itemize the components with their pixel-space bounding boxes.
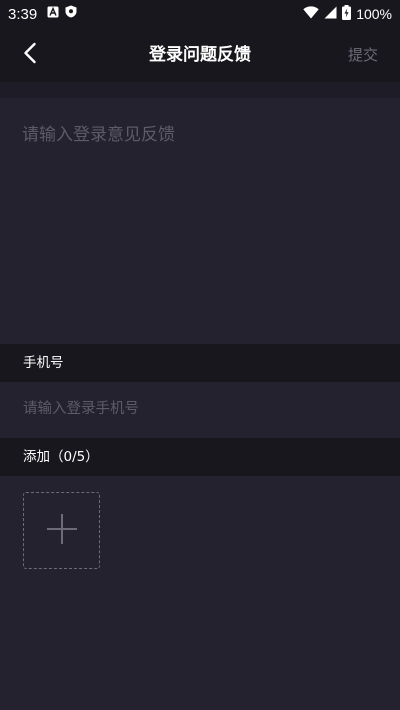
attachments-section-header: 添加（0/5） — [0, 438, 400, 476]
nav-divider — [0, 82, 400, 98]
status-left-icons — [47, 5, 77, 23]
phone-section-header: 手机号 — [0, 344, 400, 382]
add-image-button[interactable] — [23, 492, 100, 569]
back-button[interactable] — [14, 39, 46, 71]
phone-input[interactable] — [0, 382, 400, 436]
battery-charging-icon — [342, 5, 352, 23]
shield-icon — [65, 5, 77, 23]
app-a-icon — [47, 5, 59, 23]
plus-icon — [46, 513, 78, 549]
status-bar: 3:39 100% — [0, 0, 400, 28]
status-time: 3:39 — [8, 5, 38, 23]
submit-button[interactable]: 提交 — [348, 28, 378, 82]
battery-percent: 100% — [356, 6, 392, 22]
status-right: 100% — [303, 5, 392, 23]
signal-icon — [324, 6, 337, 22]
feedback-textarea[interactable] — [0, 98, 400, 343]
wifi-icon — [303, 6, 319, 22]
chevron-left-icon — [23, 42, 37, 68]
nav-bar: 登录问题反馈 提交 — [0, 28, 400, 82]
page-title: 登录问题反馈 — [149, 45, 251, 65]
